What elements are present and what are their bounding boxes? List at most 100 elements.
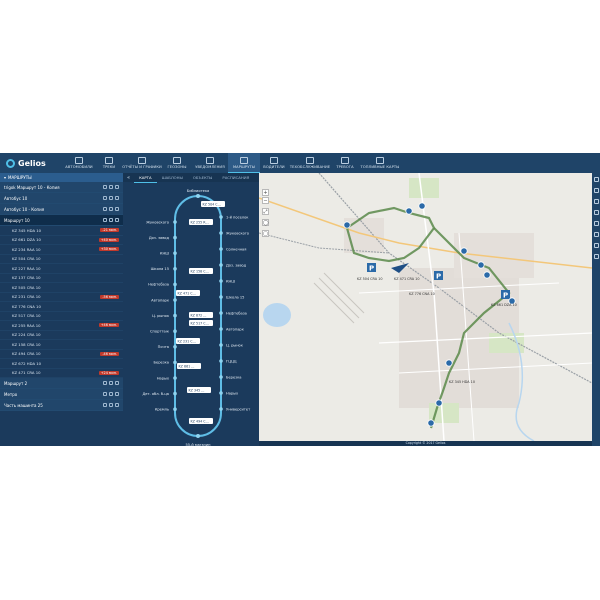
vehicle-marker-icon[interactable] — [460, 247, 468, 255]
vehicle-row[interactable]: KZ 137 CRA 10 — [0, 273, 123, 283]
vehicle-marker-icon[interactable] — [483, 271, 491, 279]
nav-item-5[interactable]: МАРШРУТЫ — [228, 153, 260, 173]
gear-icon[interactable] — [115, 185, 119, 189]
tab-0[interactable]: КАРТА — [134, 173, 157, 183]
stop-marker[interactable] — [173, 329, 177, 333]
map-canvas[interactable]: P P P KZ 504 CRA 10 KZ 471 CRA 10 KZ 776 C… — [259, 173, 592, 441]
routes-panel-header[interactable]: ▾ МАРШРУТЫ — [0, 173, 123, 182]
gear-icon[interactable] — [115, 207, 119, 211]
copy-icon[interactable] — [103, 392, 107, 396]
edit-icon[interactable] — [109, 207, 113, 211]
vehicle-row[interactable]: KZ 672 HDA 10 — [0, 359, 123, 369]
layers-icon[interactable] — [593, 177, 599, 182]
stop-marker[interactable] — [219, 295, 223, 299]
route-group[interactable]: Автобус 10 - Копия — [0, 204, 123, 215]
copy-icon[interactable] — [103, 185, 107, 189]
tab-3[interactable]: РАСПИСАНИЯ — [217, 173, 254, 182]
stop-marker[interactable] — [173, 407, 177, 411]
stop-marker[interactable] — [173, 267, 177, 271]
tab-1[interactable]: ШАБЛОНЫ — [157, 173, 188, 182]
vehicle-marker-icon[interactable] — [445, 359, 453, 367]
nav-item-3[interactable]: ГЕОЗОНЫ — [162, 153, 192, 173]
stop-marker[interactable] — [173, 391, 177, 396]
copy-icon[interactable] — [103, 218, 107, 222]
draw-rectangle-button[interactable]: ▢ — [262, 230, 269, 237]
stop-marker[interactable] — [173, 360, 177, 365]
list-icon[interactable] — [593, 188, 599, 193]
nav-item-9[interactable]: ТОПЛИВНЫЕ КАРТЫ — [358, 153, 402, 173]
draw-circle-button[interactable]: ◯ — [262, 219, 269, 226]
vehicle-marker-icon[interactable] — [477, 261, 485, 269]
vehicle-row[interactable]: KZ 494 CRA 10 -46 мин. — [0, 349, 123, 359]
stop-marker[interactable] — [219, 279, 223, 283]
stop-marker[interactable] — [196, 434, 200, 438]
stop-marker[interactable] — [173, 282, 177, 287]
stop-marker[interactable] — [173, 220, 177, 224]
vehicle-row[interactable]: KZ 158 CRA 10 — [0, 340, 123, 350]
nav-item-7[interactable]: ТЕХОБСЛУЖИВАНИЕ — [288, 153, 332, 173]
stop-marker[interactable] — [219, 215, 223, 219]
vehicle-row[interactable]: KZ 505 CRA 10 — [0, 283, 123, 293]
vehicle-marker-icon[interactable] — [343, 221, 351, 229]
edit-icon[interactable] — [109, 218, 113, 222]
stop-marker[interactable] — [219, 407, 223, 411]
route-group[interactable]: Автобус 10 — [0, 193, 123, 204]
vehicle-row[interactable]: KZ 224 CRA 10 — [0, 330, 123, 340]
nav-item-1[interactable]: ТРЕКИ — [96, 153, 122, 173]
route-group[interactable]: Маршрут 10 — [0, 215, 123, 226]
vehicle-row[interactable]: KZ 471 CRA 10 +24 мин. — [0, 368, 123, 378]
copy-icon[interactable] — [103, 196, 107, 200]
vehicle-row[interactable]: KZ 517 CRA 10 — [0, 311, 123, 321]
stop-marker[interactable] — [219, 343, 223, 347]
fullscreen-button[interactable]: ⤢ — [262, 208, 269, 215]
parking-icon[interactable]: P — [367, 263, 376, 273]
zoom-out-button[interactable]: − — [262, 197, 269, 204]
gear-icon[interactable] — [115, 392, 119, 396]
tab-2[interactable]: ОБЪЕКТЫ — [188, 173, 218, 182]
parking-icon[interactable]: P — [501, 290, 510, 300]
map-view[interactable]: P P P KZ 504 CRA 10 KZ 471 CRA 10 KZ 776 C… — [259, 173, 592, 441]
clock-icon[interactable] — [593, 210, 599, 215]
stop-marker[interactable] — [173, 376, 177, 380]
stop-marker[interactable] — [219, 327, 223, 331]
vehicle-row[interactable]: KZ 776 CNA 10 — [0, 302, 123, 312]
vehicle-row[interactable]: KZ 227 RAA 10 — [0, 264, 123, 274]
vehicle-row[interactable]: KZ 661 DZA 10 +40 мин. — [0, 235, 123, 245]
nav-item-0[interactable]: АВТОМОБИЛИ — [62, 153, 96, 173]
stop-marker[interactable] — [219, 247, 223, 251]
stop-marker[interactable] — [196, 194, 200, 198]
stop-marker[interactable] — [219, 311, 223, 315]
stop-marker[interactable] — [173, 345, 177, 349]
stop-marker[interactable] — [219, 359, 223, 363]
nav-item-2[interactable]: ОТЧЁТЫ И ГРАФИКИ — [122, 153, 162, 173]
stop-marker[interactable] — [219, 391, 223, 395]
edit-icon[interactable] — [109, 403, 113, 407]
route-group[interactable]: Часть машинта 25 — [0, 400, 123, 411]
gear-icon[interactable] — [115, 196, 119, 200]
edit-icon[interactable] — [593, 199, 599, 204]
pin-icon[interactable] — [593, 254, 599, 259]
route-group[interactable]: Маршрут 2 — [0, 378, 123, 389]
stop-marker[interactable] — [173, 251, 177, 255]
gear-icon[interactable] — [115, 218, 119, 222]
vehicle-marker-icon[interactable] — [405, 207, 413, 215]
vehicle-row[interactable]: KZ 345 HDA 10 -21 мин. — [0, 226, 123, 236]
stop-marker[interactable] — [173, 235, 177, 240]
edit-icon[interactable] — [109, 392, 113, 396]
vehicle-marker-icon[interactable] — [418, 202, 426, 210]
vehicle-row[interactable]: KZ 504 CRA 10 — [0, 254, 123, 264]
vehicle-row[interactable]: KZ 234 RAA 10 +30 мин. — [0, 245, 123, 255]
zoom-in-button[interactable]: + — [262, 189, 269, 196]
stop-marker[interactable] — [219, 231, 223, 235]
parking-icon[interactable]: P — [434, 271, 443, 281]
collapse-panel-icon[interactable]: « — [123, 175, 134, 181]
copy-icon[interactable] — [103, 403, 107, 407]
gear-icon[interactable] — [115, 403, 119, 407]
settings-icon[interactable] — [593, 232, 599, 237]
edit-icon[interactable] — [109, 185, 113, 189]
stop-marker[interactable] — [219, 263, 223, 267]
nav-item-6[interactable]: ВОДИТЕЛИ — [260, 153, 288, 173]
edit-icon[interactable] — [109, 381, 113, 385]
route-group[interactable]: Метро — [0, 389, 123, 400]
gear-icon[interactable] — [115, 381, 119, 385]
